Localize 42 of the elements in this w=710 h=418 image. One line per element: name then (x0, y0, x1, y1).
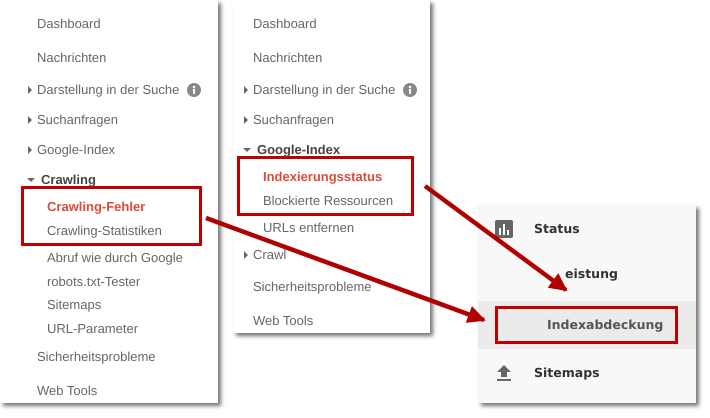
nav-section[interactable]: Suchanfragen (253, 110, 334, 130)
nav-label: Indexabdeckung (547, 316, 664, 334)
caret-right-icon[interactable] (28, 86, 32, 94)
bar-chart-icon (495, 220, 513, 238)
nav-section[interactable]: Google-Index (257, 140, 340, 160)
caret-down-icon[interactable] (243, 148, 251, 152)
nav-link[interactable]: Web Tools (27, 374, 218, 408)
nav-subitem[interactable]: Crawling-Fehler (24, 195, 199, 218)
caret-right-icon[interactable] (244, 86, 248, 94)
nav-item[interactable]: Sitemaps (534, 364, 600, 382)
nav-section[interactable]: Crawling (41, 170, 96, 190)
nav-link[interactable]: Nachrichten (27, 41, 218, 75)
nav-subitem[interactable]: Blockierte Ressourcen (240, 188, 411, 212)
nav-section[interactable]: Darstellung in der Suche (253, 80, 396, 100)
caret-down-icon[interactable] (27, 178, 35, 182)
upload-icon (495, 364, 513, 382)
caret-right-icon[interactable] (28, 116, 32, 124)
nav-subitem[interactable]: Indexierungsstatus (240, 165, 411, 188)
nav-item[interactable]: eistung (565, 264, 618, 284)
nav-link[interactable]: Web Tools (243, 304, 430, 338)
info-icon[interactable] (187, 83, 202, 97)
nav-subitem[interactable]: robots.txt-Tester (27, 270, 218, 293)
nav-subitem[interactable]: URLs entfernen (243, 216, 430, 240)
nav-link[interactable]: Dashboard (243, 7, 430, 41)
nav-link[interactable]: Dashboard (27, 7, 218, 41)
nav-section[interactable]: Google-Index (37, 140, 116, 160)
nav-section[interactable]: Suchanfragen (37, 110, 118, 130)
nav-section[interactable]: Crawl (253, 244, 286, 264)
caret-right-icon[interactable] (28, 146, 32, 154)
nav-item[interactable]: Status (534, 220, 580, 238)
caret-right-icon[interactable] (244, 250, 248, 258)
nav-subitem[interactable]: Sitemaps (27, 293, 218, 316)
nav-subitem[interactable]: Crawling-Statistiken (24, 218, 199, 242)
nav-link[interactable]: Sicherheitsprobleme (243, 270, 430, 304)
nav-section[interactable]: Darstellung in der Suche (37, 80, 180, 100)
nav-item[interactable]: Indexabdeckung (478, 301, 696, 349)
nav-subitem[interactable]: Abruf wie durch Google (27, 246, 218, 270)
nav-subitem[interactable]: URL-Parameter (27, 316, 218, 340)
nav-link[interactable]: Sicherheitsprobleme (27, 340, 218, 374)
nav-link[interactable]: Nachrichten (243, 41, 430, 75)
caret-right-icon[interactable] (244, 116, 248, 124)
info-icon[interactable] (403, 83, 418, 97)
